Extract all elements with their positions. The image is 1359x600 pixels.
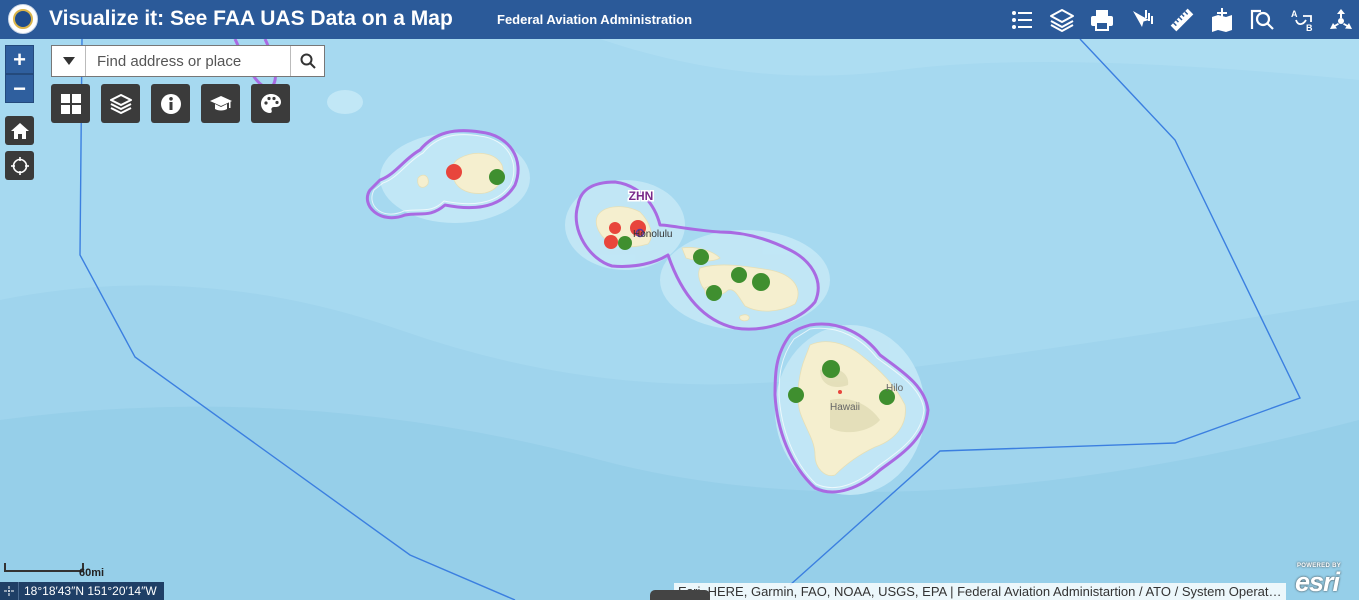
- map-marker-green[interactable]: [618, 236, 632, 250]
- graduation-cap-icon: [209, 95, 232, 110]
- region-label-hawaii: Hawaii: [830, 402, 860, 413]
- zoom-out-button[interactable]: −: [5, 74, 34, 103]
- search-icon: [300, 53, 316, 69]
- home-icon: [10, 122, 29, 139]
- panel-toggle-tab[interactable]: [650, 590, 710, 600]
- city-label-hilo: Hilo: [886, 383, 904, 394]
- zoom-in-button[interactable]: +: [5, 45, 34, 74]
- scale-label: 60mi: [79, 567, 105, 579]
- query-button[interactable]: [1244, 3, 1280, 37]
- search-input[interactable]: [86, 46, 290, 76]
- svg-text:A: A: [1291, 9, 1298, 19]
- map-marker-red[interactable]: [446, 164, 462, 180]
- home-button[interactable]: [5, 116, 34, 145]
- search-source-dropdown[interactable]: [52, 46, 86, 76]
- info-icon: [160, 93, 181, 114]
- query-icon: [1250, 9, 1274, 30]
- map-marker-green[interactable]: [489, 169, 505, 185]
- locate-icon: [10, 156, 29, 175]
- app-title: Visualize it: See FAA UAS Data on a Map: [49, 7, 453, 30]
- map-marker-green[interactable]: [731, 267, 747, 283]
- coordinate-toggle-button[interactable]: [0, 582, 19, 600]
- basemap[interactable]: ZHN Honolulu Hilo Hawaii: [0, 39, 1359, 600]
- map-marker-red[interactable]: [838, 390, 842, 394]
- scale-bar: [4, 563, 84, 572]
- map-marker-green[interactable]: [706, 285, 722, 301]
- theme-button[interactable]: [251, 84, 290, 123]
- map-attribution[interactable]: Esri, HERE, Garmin, FAO, NOAA, USGS, EPA…: [674, 583, 1286, 600]
- directions-button[interactable]: AB: [1284, 3, 1320, 37]
- app-header: Visualize it: See FAA UAS Data on a Map …: [0, 0, 1359, 39]
- palette-icon: [260, 93, 281, 113]
- share-icon: [1330, 9, 1352, 29]
- select-button[interactable]: [1124, 3, 1160, 37]
- chevron-down-icon: [62, 57, 75, 65]
- measure-button[interactable]: [1164, 3, 1200, 37]
- print-button[interactable]: [1084, 3, 1120, 37]
- select-icon: [1133, 10, 1153, 27]
- layers-icon: [109, 93, 132, 114]
- crosshair-icon: [4, 586, 14, 596]
- map-marker-green[interactable]: [822, 360, 840, 378]
- measure-icon: [1170, 8, 1194, 32]
- training-button[interactable]: [201, 84, 240, 123]
- directions-icon: AB: [1291, 9, 1313, 33]
- artcc-label: ZHN: [629, 189, 654, 203]
- locate-button[interactable]: [5, 151, 34, 180]
- search-button[interactable]: [290, 46, 324, 76]
- map-marker-green[interactable]: [788, 387, 804, 403]
- map-marker-red[interactable]: [604, 235, 618, 249]
- print-icon: [1091, 10, 1113, 31]
- share-button[interactable]: [1323, 3, 1359, 37]
- svg-text:B: B: [1306, 23, 1313, 33]
- layers-button[interactable]: [1044, 3, 1080, 37]
- esri-logo[interactable]: POWERED BY esri: [1293, 563, 1359, 600]
- grid-icon: [60, 93, 81, 114]
- about-button[interactable]: [151, 84, 190, 123]
- basemap-gallery-button[interactable]: [51, 84, 90, 123]
- search-widget: [51, 45, 325, 77]
- map-marker-green[interactable]: [693, 249, 709, 265]
- legend-button[interactable]: [1004, 3, 1040, 37]
- add-data-icon: [1212, 8, 1232, 32]
- coordinate-readout: 18°18′43″N 151°20′14″W: [24, 584, 157, 598]
- legend-icon: [1012, 11, 1032, 29]
- add-data-button[interactable]: [1204, 3, 1240, 37]
- map-marker-red[interactable]: [609, 222, 621, 234]
- layers-icon: [1050, 9, 1074, 32]
- faa-logo: [8, 4, 38, 34]
- map-view[interactable]: ZHN Honolulu Hilo Hawaii: [0, 39, 1359, 600]
- map-marker-green[interactable]: [752, 273, 770, 291]
- city-label-honolulu: Honolulu: [633, 229, 672, 240]
- app-subtitle: Federal Aviation Administration: [497, 12, 693, 27]
- layer-list-button[interactable]: [101, 84, 140, 123]
- coordinate-widget: 18°18′43″N 151°20′14″W: [0, 582, 164, 600]
